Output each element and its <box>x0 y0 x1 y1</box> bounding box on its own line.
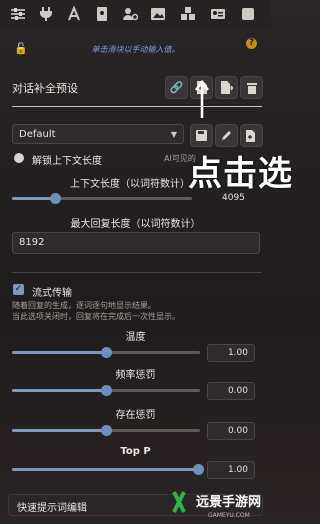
frequency-penalty-label: 频率惩罚 <box>115 370 156 381</box>
save-icon <box>196 130 207 141</box>
frequency-penalty-slider[interactable] <box>12 385 200 396</box>
plug-icon[interactable] <box>38 6 54 22</box>
top-p-thumb[interactable] <box>193 464 204 475</box>
presence-penalty-slider[interactable] <box>12 425 200 436</box>
streaming-label: 流式传输 <box>32 288 72 299</box>
context-length-value[interactable]: 4095 <box>222 193 245 203</box>
help-icon[interactable]: ? <box>246 38 257 49</box>
frequency-penalty-thumb[interactable] <box>101 385 112 396</box>
top-navbar <box>0 0 271 28</box>
watermark-url: GAMEYU.COM <box>208 512 250 519</box>
chevron-down-icon: ▼ <box>170 130 177 139</box>
trash-icon <box>246 82 257 94</box>
link-icon: 🔗 <box>169 81 184 94</box>
temperature-fill <box>12 351 106 354</box>
temperature-slider[interactable] <box>12 347 200 358</box>
font-icon[interactable] <box>66 5 82 22</box>
presence-penalty-thumb[interactable] <box>101 425 112 436</box>
streaming-checkbox[interactable]: ✓ <box>13 284 24 295</box>
context-length-fill <box>12 197 55 200</box>
preset-select[interactable]: Default ▼ <box>12 124 184 144</box>
context-length-label: 上下文长度（以词符数计） <box>70 179 190 190</box>
max-response-input[interactable]: 8192 <box>12 232 260 254</box>
preset-title: 对话补全预设 <box>12 82 78 95</box>
max-response-value: 8192 <box>19 237 45 248</box>
frequency-penalty-fill <box>12 389 106 392</box>
slider-input-hint: 单击滑块以手动输入值。 <box>91 45 180 54</box>
section-divider <box>12 106 262 107</box>
unlock-context-label: 解锁上下文长度 <box>32 156 102 167</box>
file-export-icon <box>220 81 233 94</box>
delete-preset-button[interactable] <box>240 76 263 99</box>
site-watermark: 远景手游网 GAMEYU.COM <box>172 491 261 519</box>
frequency-penalty-value[interactable]: 0.00 <box>207 382 255 400</box>
streaming-desc-line1: 随着回复的生成，逐词逐句地显示结果。 <box>12 301 156 310</box>
rename-preset-button[interactable] <box>215 124 238 147</box>
max-response-label: 最大回复长度（以词符数计） <box>70 219 201 230</box>
temperature-label: 温度 <box>125 332 146 343</box>
pencil-icon <box>222 131 231 140</box>
presence-penalty-value[interactable]: 0.00 <box>207 422 255 440</box>
top-p-fill <box>12 468 198 471</box>
book-icon[interactable] <box>94 6 110 22</box>
presence-penalty-label: 存在惩罚 <box>115 410 156 421</box>
extra-icon[interactable] <box>240 6 256 22</box>
tutorial-arrow <box>195 79 209 118</box>
new-preset-button[interactable] <box>240 124 263 147</box>
cubes-icon[interactable] <box>180 6 196 22</box>
context-length-slider[interactable] <box>12 193 192 204</box>
temperature-thumb[interactable] <box>101 347 112 358</box>
link-button[interactable]: 🔗 <box>165 76 188 99</box>
watermark-name: 远景手游网 <box>196 494 261 510</box>
quick-prompt-edit-label: 快速提示词编辑 <box>17 503 87 514</box>
context-length-thumb[interactable] <box>50 193 61 204</box>
preset-select-value: Default <box>19 129 56 140</box>
overlay-click-text: 点击选 <box>188 154 293 194</box>
temperature-value[interactable]: 1.00 <box>207 344 255 362</box>
top-p-label: Top P <box>120 446 151 457</box>
save-preset-button[interactable] <box>190 124 213 147</box>
unlock-context-toggle[interactable] <box>14 153 24 163</box>
export-preset-button[interactable] <box>215 76 238 99</box>
image-icon[interactable] <box>150 6 166 22</box>
streaming-desc-line2: 当此选项关闭时，回复将在完成后一次性显示。 <box>12 312 180 321</box>
users-gear-icon[interactable] <box>122 6 139 22</box>
file-plus-icon <box>246 129 255 142</box>
section-divider <box>12 272 262 273</box>
presence-penalty-fill <box>12 429 106 432</box>
user-id-icon[interactable] <box>210 6 226 22</box>
top-p-slider[interactable] <box>12 464 204 475</box>
sliders-icon[interactable] <box>10 6 26 22</box>
top-p-value[interactable]: 1.00 <box>207 461 255 479</box>
